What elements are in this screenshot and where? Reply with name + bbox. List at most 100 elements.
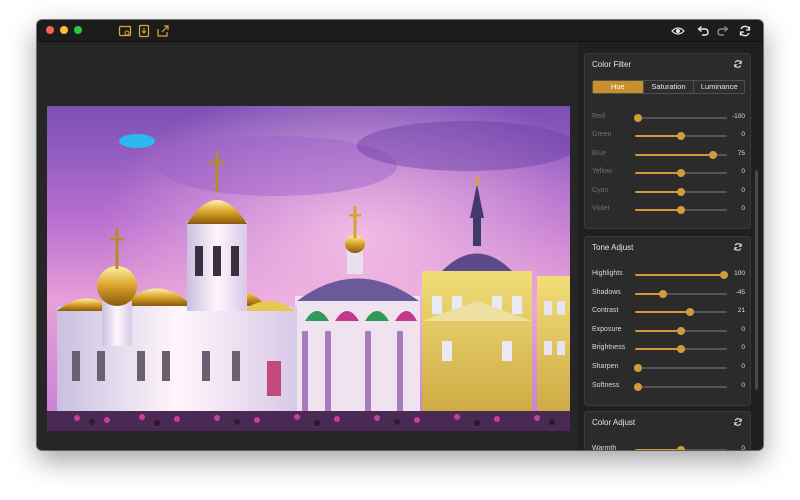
slider-label-red: Red xyxy=(592,113,605,120)
slider-track-warmth[interactable] xyxy=(635,446,727,450)
slider-row-contrast: Contrast 21 xyxy=(585,306,752,318)
open-icon[interactable] xyxy=(118,24,132,38)
slider-knob-violet[interactable] xyxy=(677,206,685,214)
slider-fill-cyan xyxy=(635,190,681,193)
slider-value-cyan: 0 xyxy=(741,186,745,194)
slider-knob-contrast[interactable] xyxy=(686,308,695,317)
slider-row-yellow: Yellow 0 xyxy=(585,167,752,179)
app-window: Color Filter Hue Saturation Luminance Re… xyxy=(37,20,763,450)
slider-value-exposure: 0 xyxy=(741,325,745,333)
color-filter-title: Color Filter xyxy=(592,60,632,69)
slider-row-green: Green 0 xyxy=(585,130,752,142)
slider-fill-yellow xyxy=(635,172,681,175)
slider-track-shadows[interactable] xyxy=(635,289,727,298)
slider-label-contrast: Contrast xyxy=(592,307,619,315)
slider-label-highlights: Highlights xyxy=(592,270,623,277)
slider-label-green: Green xyxy=(592,131,612,139)
slider-track-contrast[interactable] xyxy=(635,308,727,317)
slider-value-violet: 0 xyxy=(741,205,745,212)
tab-hue[interactable]: Hue xyxy=(593,81,644,93)
slider-fill-violet xyxy=(635,209,681,211)
color-filter-panel: Color Filter Hue Saturation Luminance Re… xyxy=(584,53,751,229)
slider-knob-sharpen[interactable] xyxy=(633,364,642,372)
color-adjust-title: Color Adjust xyxy=(592,418,636,427)
slider-label-yellow: Yellow xyxy=(592,168,612,176)
slider-label-exposure: Exposure xyxy=(592,325,622,333)
sidebar-scrollbar[interactable] xyxy=(755,170,758,390)
slider-track-exposure[interactable] xyxy=(635,326,727,335)
export-icon[interactable] xyxy=(137,24,151,38)
slider-track-highlights[interactable] xyxy=(635,271,729,279)
slider-row-blue: Blue 75 xyxy=(585,149,752,161)
minimize-window-button[interactable] xyxy=(60,26,68,34)
slider-knob-warmth[interactable] xyxy=(677,446,685,450)
slider-track-sharpen[interactable] xyxy=(633,364,727,372)
photo-preview[interactable] xyxy=(47,106,570,431)
slider-knob-green[interactable] xyxy=(677,132,685,141)
tab-saturation[interactable]: Saturation xyxy=(643,81,695,93)
slider-row-violet: Violet 0 xyxy=(585,204,752,216)
slider-track-yellow[interactable] xyxy=(635,169,727,178)
canvas-area xyxy=(37,42,578,450)
slider-label-violet: Violet xyxy=(592,205,610,212)
slider-row-cyan: Cyan 0 xyxy=(585,186,752,198)
slider-fill-brightness xyxy=(635,348,681,351)
share-icon[interactable] xyxy=(156,24,170,38)
slider-row-red: Red -100 xyxy=(585,112,752,124)
color-adjust-reset-icon[interactable] xyxy=(733,417,743,427)
color-adjust-panel: Color Adjust Warmth 0 xyxy=(584,411,751,450)
slider-knob-highlights[interactable] xyxy=(720,271,729,279)
slider-fill-green xyxy=(635,135,681,138)
slider-track-violet[interactable] xyxy=(635,206,727,214)
eye-icon[interactable] xyxy=(671,24,685,38)
slider-row-shadows: Shadows -45 xyxy=(585,288,752,300)
slider-row-sharpen: Sharpen 0 xyxy=(585,362,752,374)
title-bar xyxy=(37,20,763,42)
slider-knob-blue[interactable] xyxy=(709,150,718,159)
tone-adjust-title: Tone Adjust xyxy=(592,243,634,252)
slider-knob-brightness[interactable] xyxy=(677,345,685,354)
slider-track-cyan[interactable] xyxy=(635,187,727,196)
slider-fill-highlights xyxy=(635,274,725,276)
slider-track-softness[interactable] xyxy=(633,382,727,391)
slider-fill-blue xyxy=(635,153,714,156)
slider-fill-contrast xyxy=(635,311,691,314)
slider-track-red[interactable] xyxy=(633,114,727,122)
slider-label-softness: Softness xyxy=(592,381,620,389)
slider-knob-yellow[interactable] xyxy=(677,169,685,178)
refresh-icon[interactable] xyxy=(738,24,752,38)
slider-label-cyan: Cyan xyxy=(592,186,609,194)
slider-value-red: -100 xyxy=(731,113,745,120)
slider-row-warmth: Warmth 0 xyxy=(585,444,752,450)
slider-track-blue[interactable] xyxy=(635,150,727,159)
tone-adjust-reset-icon[interactable] xyxy=(733,242,743,252)
slider-value-softness: 0 xyxy=(741,381,745,389)
slider-label-warmth: Warmth xyxy=(592,445,617,450)
slider-track-green[interactable] xyxy=(635,132,727,141)
slider-row-highlights: Highlights 100 xyxy=(585,269,752,281)
slider-knob-red[interactable] xyxy=(633,114,642,122)
slider-knob-softness[interactable] xyxy=(633,382,642,391)
undo-icon[interactable] xyxy=(696,24,710,38)
slider-knob-shadows[interactable] xyxy=(658,289,667,298)
slider-row-exposure: Exposure 0 xyxy=(585,325,752,337)
slider-value-blue: 75 xyxy=(737,149,745,157)
slider-value-green: 0 xyxy=(741,131,745,139)
slider-value-brightness: 0 xyxy=(741,344,745,352)
color-filter-reset-icon[interactable] xyxy=(733,59,743,69)
redo-icon[interactable] xyxy=(716,24,730,38)
zoom-window-button[interactable] xyxy=(74,26,82,34)
slider-value-highlights: 100 xyxy=(734,270,745,277)
slider-knob-exposure[interactable] xyxy=(677,326,685,335)
slider-label-blue: Blue xyxy=(592,149,607,157)
close-window-button[interactable] xyxy=(46,26,54,34)
slider-fill-exposure xyxy=(635,329,681,332)
slider-fill-warmth xyxy=(635,449,681,450)
slider-track-brightness[interactable] xyxy=(635,345,727,354)
slider-value-yellow: 0 xyxy=(741,168,745,176)
tab-luminance[interactable]: Luminance xyxy=(694,81,744,93)
slider-label-brightness: Brightness xyxy=(592,344,626,352)
slider-value-sharpen: 0 xyxy=(741,363,745,370)
slider-knob-cyan[interactable] xyxy=(677,187,685,196)
color-filter-tabs: Hue Saturation Luminance xyxy=(592,80,745,94)
